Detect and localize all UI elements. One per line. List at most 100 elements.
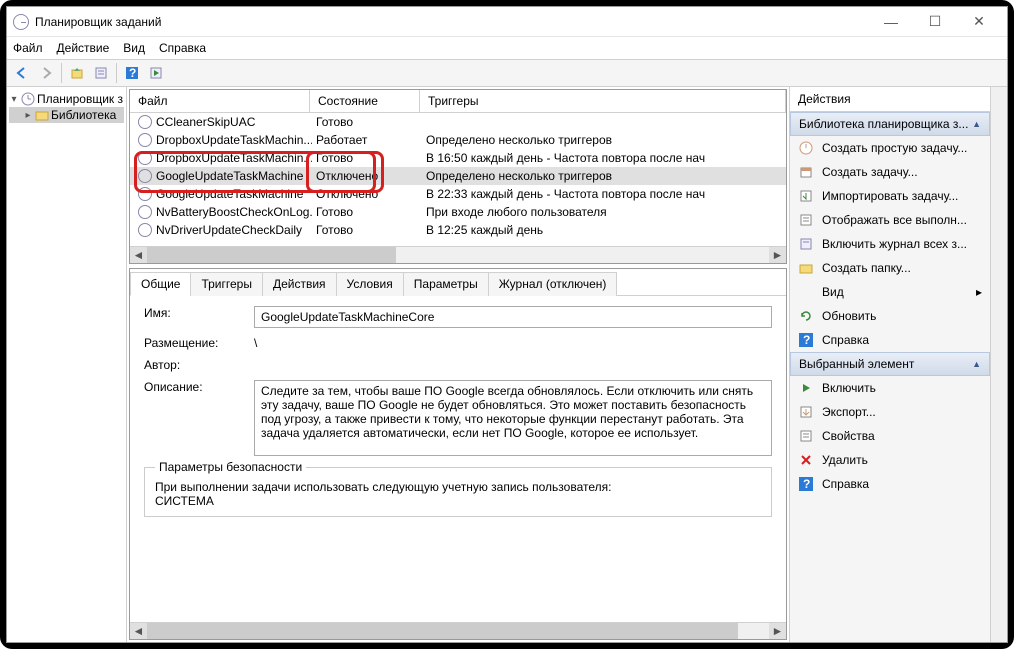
task-name: NvDriverUpdateCheckDaily	[156, 223, 312, 237]
col-header-triggers[interactable]: Триггеры	[420, 90, 786, 112]
task-state: Работает	[312, 133, 422, 147]
task-name: DropboxUpdateTaskMachin...	[156, 151, 312, 165]
col-header-state[interactable]: Состояние	[310, 90, 420, 112]
task-row[interactable]: GoogleUpdateTaskMachine Отключено В 22:3…	[130, 185, 786, 203]
action-icon	[798, 404, 814, 420]
action-icon	[798, 380, 814, 396]
action-refresh[interactable]: Обновить	[790, 304, 990, 328]
folder-icon	[35, 108, 49, 122]
task-state: Отключено	[312, 169, 422, 183]
svg-text:?: ?	[129, 66, 136, 80]
task-row[interactable]: DropboxUpdateTaskMachin... Готово В 16:5…	[130, 149, 786, 167]
task-name: DropboxUpdateTaskMachin...	[156, 133, 312, 147]
action-item[interactable]: Свойства	[790, 424, 990, 448]
task-trigger: Определено несколько триггеров	[422, 133, 786, 147]
action-label: Экспорт...	[822, 405, 876, 419]
action-item[interactable]: Отображать все выполн...	[790, 208, 990, 232]
tab-history[interactable]: Журнал (отключен)	[488, 272, 618, 296]
location-label: Размещение:	[144, 336, 254, 350]
actions-panel: Действия Библиотека планировщика з...▲ С…	[790, 87, 990, 642]
actions-section-library[interactable]: Библиотека планировщика з...▲	[790, 112, 990, 136]
actions-section-selected[interactable]: Выбранный элемент▲	[790, 352, 990, 376]
action-label: Создать простую задачу...	[822, 141, 967, 155]
task-name: CCleanerSkipUAC	[156, 115, 312, 129]
task-row[interactable]: DropboxUpdateTaskMachin... Работает Опре…	[130, 131, 786, 149]
task-trigger: При входе любого пользователя	[422, 205, 786, 219]
action-icon	[798, 236, 814, 252]
help-button[interactable]: ?	[121, 62, 143, 84]
security-account: СИСТЕМА	[155, 494, 761, 508]
name-field[interactable]	[254, 306, 772, 328]
task-row[interactable]: NvDriverUpdateCheckDaily Готово В 12:25 …	[130, 221, 786, 239]
menu-view[interactable]: Вид	[123, 41, 145, 55]
description-field[interactable]	[254, 380, 772, 456]
action-item[interactable]: Удалить	[790, 448, 990, 472]
tree-library-label: Библиотека	[51, 108, 116, 122]
task-icon	[138, 115, 152, 129]
task-list: Файл Состояние Триггеры CCleanerSkipUAC …	[129, 89, 787, 264]
menu-action[interactable]: Действие	[57, 41, 110, 55]
task-state: Готово	[312, 223, 422, 237]
location-value: \	[254, 336, 772, 350]
refresh-icon	[798, 308, 814, 324]
forward-button[interactable]	[35, 62, 57, 84]
task-row[interactable]: GoogleUpdateTaskMachine Отключено Опреде…	[130, 167, 786, 185]
col-header-file[interactable]: Файл	[130, 90, 310, 112]
action-item[interactable]: Создать простую задачу...	[790, 136, 990, 160]
security-run-as-label: При выполнении задачи использовать следу…	[155, 480, 761, 494]
action-view[interactable]: Вид▸	[790, 280, 990, 304]
action-item[interactable]: ?Справка	[790, 472, 990, 496]
maximize-button[interactable]: ☐	[913, 8, 957, 36]
tab-triggers[interactable]: Триггеры	[190, 272, 263, 296]
task-name: GoogleUpdateTaskMachine	[156, 187, 312, 201]
task-state: Готово	[312, 151, 422, 165]
action-item[interactable]: Включить	[790, 376, 990, 400]
task-row[interactable]: NvBatteryBoostCheckOnLog... Готово При в…	[130, 203, 786, 221]
action-item[interactable]: Включить журнал всех з...	[790, 232, 990, 256]
tree-root[interactable]: ▾ Планировщик з	[9, 91, 124, 107]
svg-text:?: ?	[803, 477, 810, 491]
menu-file[interactable]: Файл	[13, 41, 43, 55]
tab-actions[interactable]: Действия	[262, 272, 337, 296]
toolbar: ?	[7, 59, 1007, 87]
name-label: Имя:	[144, 306, 254, 320]
tree-panel: ▾ Планировщик з ▸ Библиотека	[7, 87, 127, 642]
minimize-button[interactable]: —	[869, 8, 913, 36]
description-label: Описание:	[144, 380, 254, 394]
tab-settings[interactable]: Параметры	[403, 272, 489, 296]
run-button[interactable]	[145, 62, 167, 84]
task-row[interactable]: CCleanerSkipUAC Готово	[130, 113, 786, 131]
close-button[interactable]: ✕	[957, 8, 1001, 36]
action-item[interactable]: Экспорт...	[790, 400, 990, 424]
properties-button[interactable]	[90, 62, 112, 84]
action-label: Включить	[822, 381, 876, 395]
action-icon	[798, 428, 814, 444]
menubar: Файл Действие Вид Справка	[7, 37, 1007, 59]
up-button[interactable]	[66, 62, 88, 84]
action-item[interactable]: Создать задачу...	[790, 160, 990, 184]
task-icon	[138, 187, 152, 201]
action-item[interactable]: Импортировать задачу...	[790, 184, 990, 208]
menu-help[interactable]: Справка	[159, 41, 206, 55]
list-hscroll[interactable]: ◄►	[130, 246, 786, 263]
security-legend: Параметры безопасности	[155, 460, 306, 474]
action-icon	[798, 212, 814, 228]
detail-hscroll[interactable]: ◄►	[130, 622, 786, 639]
tab-conditions[interactable]: Условия	[336, 272, 404, 296]
action-label: Отображать все выполн...	[822, 213, 967, 227]
tab-general[interactable]: Общие	[130, 272, 191, 296]
action-help-1[interactable]: ? Справка	[790, 328, 990, 352]
task-icon	[138, 133, 152, 147]
action-item[interactable]: Создать папку...	[790, 256, 990, 280]
action-icon	[798, 188, 814, 204]
tree-library[interactable]: ▸ Библиотека	[9, 107, 124, 123]
action-label: Создать папку...	[822, 261, 911, 275]
task-name: GoogleUpdateTaskMachine	[156, 169, 312, 183]
svg-text:?: ?	[803, 333, 810, 347]
task-trigger: В 12:25 каждый день	[422, 223, 786, 237]
action-icon: ?	[798, 476, 814, 492]
action-icon	[798, 140, 814, 156]
actions-title: Действия	[790, 87, 990, 112]
actions-vscroll[interactable]	[990, 87, 1007, 642]
back-button[interactable]	[11, 62, 33, 84]
